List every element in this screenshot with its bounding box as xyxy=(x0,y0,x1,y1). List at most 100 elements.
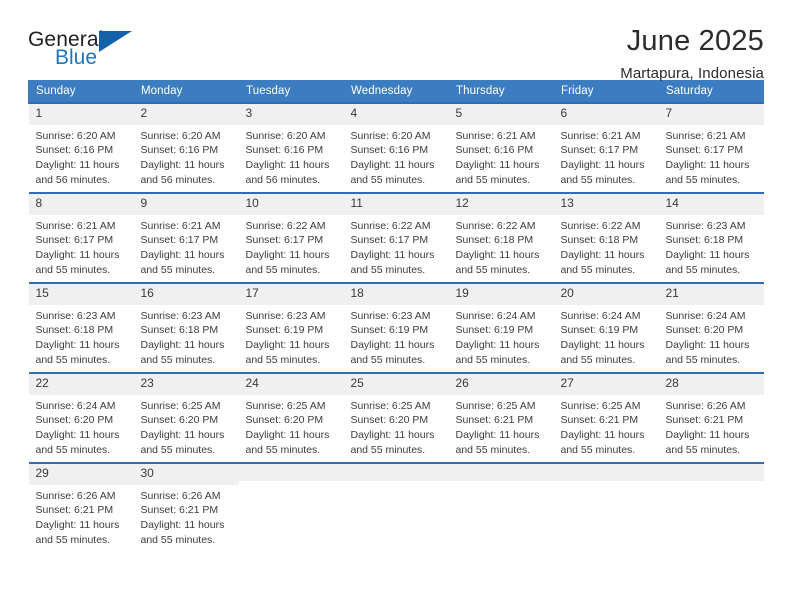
sunrise-text: Sunrise: 6:21 AM xyxy=(140,219,221,232)
sunset-text: Sunset: 6:17 PM xyxy=(245,234,324,247)
daylight-text-line2: and 55 minutes. xyxy=(455,173,531,186)
sunset-text: Sunset: 6:18 PM xyxy=(140,324,219,337)
calendar-table: Sunday Monday Tuesday Wednesday Thursday… xyxy=(28,80,764,552)
day-sun-info: Sunrise: 6:25 AM Sunset: 6:20 PM Daylight:… xyxy=(134,395,239,457)
daylight-text-line1: Daylight: 11 hours xyxy=(455,338,540,351)
calendar-day-cell[interactable]: 15 Sunrise: 6:23 AM Sunset: 6:18 PM Dayligh… xyxy=(28,282,134,373)
daylight-text-line2: and 55 minutes. xyxy=(665,443,741,456)
day-number: 7 xyxy=(658,104,764,125)
sunrise-text: Sunrise: 6:24 AM xyxy=(35,399,116,412)
calendar-day-cell[interactable]: 24 Sunrise: 6:25 AM Sunset: 6:20 PM Dayligh… xyxy=(238,372,344,463)
sunrise-text: Sunrise: 6:24 AM xyxy=(455,309,536,322)
calendar-day-cell[interactable]: 30 Sunrise: 6:26 AM Sunset: 6:21 PM Dayligh… xyxy=(133,462,239,552)
day-number: 1 xyxy=(28,104,134,125)
calendar-day-cell[interactable] xyxy=(553,462,659,552)
calendar-day-cell[interactable] xyxy=(448,462,554,552)
title-block: June 2025 Martapura, Indonesia xyxy=(620,26,764,83)
calendar-day-cell[interactable]: 21 Sunrise: 6:24 AM Sunset: 6:20 PM Dayligh… xyxy=(658,282,764,373)
calendar-day-cell[interactable]: 9 Sunrise: 6:21 AM Sunset: 6:17 PM Daylight… xyxy=(133,192,239,283)
day-sun-info: Sunrise: 6:23 AM Sunset: 6:18 PM Daylight:… xyxy=(134,305,239,367)
day-number: 2 xyxy=(133,104,239,125)
calendar-day-cell[interactable]: 6 Sunrise: 6:21 AM Sunset: 6:17 PM Daylight… xyxy=(553,102,659,193)
calendar-day-cell[interactable] xyxy=(658,462,764,552)
calendar-day-cell[interactable]: 3 Sunrise: 6:20 AM Sunset: 6:16 PM Daylight… xyxy=(238,102,344,193)
calendar-day-cell[interactable]: 13 Sunrise: 6:22 AM Sunset: 6:18 PM Dayligh… xyxy=(553,192,659,283)
sunset-text: Sunset: 6:21 PM xyxy=(140,504,219,517)
day-sun-info: Sunrise: 6:24 AM Sunset: 6:20 PM Daylight:… xyxy=(29,395,134,457)
calendar-day-cell[interactable]: 23 Sunrise: 6:25 AM Sunset: 6:20 PM Dayligh… xyxy=(133,372,239,463)
daylight-text-line1: Daylight: 11 hours xyxy=(140,248,225,261)
sunset-text: Sunset: 6:20 PM xyxy=(35,414,114,427)
calendar-day-cell[interactable]: 14 Sunrise: 6:23 AM Sunset: 6:18 PM Dayligh… xyxy=(658,192,764,283)
daylight-text-line1: Daylight: 11 hours xyxy=(560,158,645,171)
daylight-text-line1: Daylight: 11 hours xyxy=(35,158,120,171)
sunrise-text: Sunrise: 6:21 AM xyxy=(560,129,641,142)
sunset-text: Sunset: 6:16 PM xyxy=(245,144,324,157)
calendar-day-cell[interactable]: 11 Sunrise: 6:22 AM Sunset: 6:17 PM Dayligh… xyxy=(343,192,449,283)
calendar-day-cell[interactable]: 7 Sunrise: 6:21 AM Sunset: 6:17 PM Daylight… xyxy=(658,102,764,193)
calendar-day-cell[interactable]: 25 Sunrise: 6:25 AM Sunset: 6:20 PM Dayligh… xyxy=(343,372,449,463)
day-sun-info: Sunrise: 6:25 AM Sunset: 6:20 PM Daylight:… xyxy=(344,395,449,457)
daylight-text-line2: and 55 minutes. xyxy=(560,263,636,276)
calendar-day-cell[interactable]: 19 Sunrise: 6:24 AM Sunset: 6:19 PM Dayligh… xyxy=(448,282,554,373)
sunset-text: Sunset: 6:18 PM xyxy=(560,234,639,247)
calendar-day-cell[interactable]: 10 Sunrise: 6:22 AM Sunset: 6:17 PM Dayligh… xyxy=(238,192,344,283)
day-sun-info: Sunrise: 6:23 AM Sunset: 6:18 PM Daylight:… xyxy=(29,305,134,367)
sunrise-text: Sunrise: 6:24 AM xyxy=(560,309,641,322)
daylight-text-line2: and 55 minutes. xyxy=(140,263,216,276)
day-number: 6 xyxy=(553,104,659,125)
day-number: 15 xyxy=(28,284,134,305)
calendar-day-cell[interactable]: 2 Sunrise: 6:20 AM Sunset: 6:16 PM Daylight… xyxy=(133,102,239,193)
daylight-text-line1: Daylight: 11 hours xyxy=(350,338,435,351)
calendar-day-cell[interactable]: 1 Sunrise: 6:20 AM Sunset: 6:16 PM Daylight… xyxy=(28,102,134,193)
sunset-text: Sunset: 6:21 PM xyxy=(455,414,534,427)
day-sun-info: Sunrise: 6:24 AM Sunset: 6:19 PM Daylight:… xyxy=(554,305,659,367)
calendar-day-cell[interactable] xyxy=(238,462,344,552)
daylight-text-line1: Daylight: 11 hours xyxy=(35,338,120,351)
calendar-day-cell[interactable]: 5 Sunrise: 6:21 AM Sunset: 6:16 PM Daylight… xyxy=(448,102,554,193)
sunrise-text: Sunrise: 6:23 AM xyxy=(245,309,326,322)
day-number: 29 xyxy=(28,464,134,485)
daylight-text-line1: Daylight: 11 hours xyxy=(665,428,750,441)
day-number: 20 xyxy=(553,284,659,305)
daylight-text-line2: and 55 minutes. xyxy=(35,533,111,546)
sunset-text: Sunset: 6:17 PM xyxy=(560,144,639,157)
calendar-day-cell[interactable]: 8 Sunrise: 6:21 AM Sunset: 6:17 PM Daylight… xyxy=(28,192,134,283)
sunrise-text: Sunrise: 6:22 AM xyxy=(245,219,326,232)
day-number xyxy=(658,464,764,481)
daylight-text-line2: and 55 minutes. xyxy=(35,353,111,366)
calendar-day-cell[interactable]: 16 Sunrise: 6:23 AM Sunset: 6:18 PM Dayligh… xyxy=(133,282,239,373)
sunset-text: Sunset: 6:17 PM xyxy=(140,234,219,247)
daylight-text-line1: Daylight: 11 hours xyxy=(350,428,435,441)
calendar-day-cell[interactable] xyxy=(343,462,449,552)
sunrise-text: Sunrise: 6:22 AM xyxy=(455,219,536,232)
daylight-text-line1: Daylight: 11 hours xyxy=(665,158,750,171)
calendar-day-cell[interactable]: 17 Sunrise: 6:23 AM Sunset: 6:19 PM Dayligh… xyxy=(238,282,344,373)
sunrise-text: Sunrise: 6:26 AM xyxy=(665,399,746,412)
day-sun-info: Sunrise: 6:24 AM Sunset: 6:20 PM Daylight:… xyxy=(659,305,764,367)
sunrise-text: Sunrise: 6:26 AM xyxy=(35,489,116,502)
sunset-text: Sunset: 6:20 PM xyxy=(350,414,429,427)
sunset-text: Sunset: 6:18 PM xyxy=(35,324,114,337)
daylight-text-line2: and 55 minutes. xyxy=(140,533,216,546)
calendar-day-cell[interactable]: 20 Sunrise: 6:24 AM Sunset: 6:19 PM Dayligh… xyxy=(553,282,659,373)
weekday-header-friday: Friday xyxy=(553,80,659,104)
day-sun-info: Sunrise: 6:21 AM Sunset: 6:17 PM Daylight:… xyxy=(659,125,764,187)
calendar-day-cell[interactable]: 12 Sunrise: 6:22 AM Sunset: 6:18 PM Dayligh… xyxy=(448,192,554,283)
calendar-day-cell[interactable]: 27 Sunrise: 6:25 AM Sunset: 6:21 PM Dayligh… xyxy=(553,372,659,463)
daylight-text-line1: Daylight: 11 hours xyxy=(140,518,225,531)
calendar-day-cell[interactable]: 18 Sunrise: 6:23 AM Sunset: 6:19 PM Dayligh… xyxy=(343,282,449,373)
calendar-day-cell[interactable]: 29 Sunrise: 6:26 AM Sunset: 6:21 PM Dayligh… xyxy=(28,462,134,552)
calendar-day-cell[interactable]: 26 Sunrise: 6:25 AM Sunset: 6:21 PM Dayligh… xyxy=(448,372,554,463)
daylight-text-line1: Daylight: 11 hours xyxy=(245,338,330,351)
weekday-header-monday: Monday xyxy=(133,80,239,104)
day-number: 30 xyxy=(133,464,239,485)
calendar-day-cell[interactable]: 28 Sunrise: 6:26 AM Sunset: 6:21 PM Dayligh… xyxy=(658,372,764,463)
sunrise-text: Sunrise: 6:25 AM xyxy=(560,399,641,412)
daylight-text-line2: and 55 minutes. xyxy=(665,173,741,186)
calendar-day-cell[interactable]: 4 Sunrise: 6:20 AM Sunset: 6:16 PM Daylight… xyxy=(343,102,449,193)
sunrise-text: Sunrise: 6:24 AM xyxy=(665,309,746,322)
daylight-text-line2: and 55 minutes. xyxy=(245,263,321,276)
calendar-day-cell[interactable]: 22 Sunrise: 6:24 AM Sunset: 6:20 PM Dayligh… xyxy=(28,372,134,463)
day-number: 22 xyxy=(28,374,134,395)
